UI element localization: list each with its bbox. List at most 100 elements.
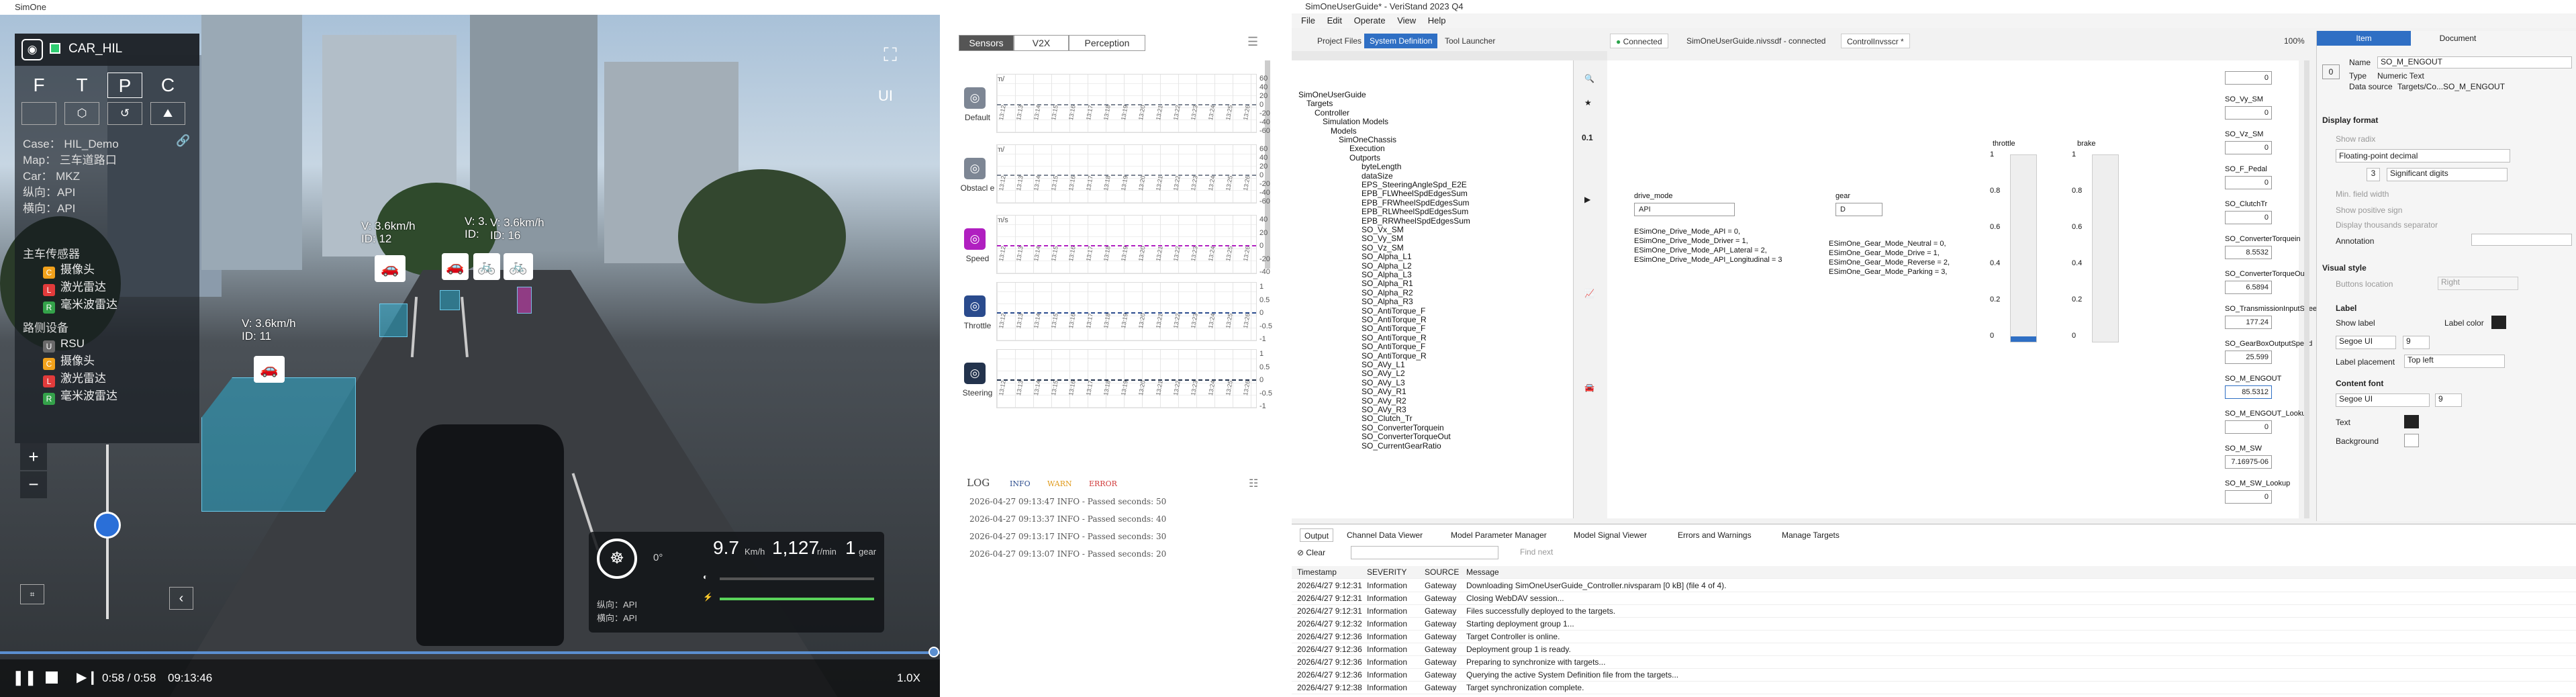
menu-operate[interactable]: Operate [1354,15,1386,26]
numeric-icon[interactable]: 0.1 [1582,133,1593,142]
indicator-value[interactable]: 0 [2225,211,2272,224]
zoom-out-button[interactable]: − [20,471,47,498]
indicator-value[interactable]: 0 [2225,420,2272,434]
tab-sysdef-file[interactable]: SimOneUserGuide.nivssdf - connected [1681,34,1831,48]
table-row[interactable]: 2026/4/27 9:12:36 Information Gateway Targe… [1292,631,2576,643]
tree-node[interactable]: SimOneChassis [1339,135,1396,144]
search-icon[interactable]: 🔍 [1584,74,1594,83]
background-color-swatch[interactable] [2404,434,2419,447]
indicator-value[interactable]: 0 [2225,141,2272,154]
show-sep-checkbox[interactable]: Display thousands separator [2336,220,2438,230]
sensor-plot[interactable] [996,74,1257,133]
table-row[interactable]: 2026/4/27 9:12:36 Information Gateway Prepa… [1292,656,2576,669]
indicator-value[interactable]: 177.24 [2225,316,2272,329]
tree-node[interactable]: SO_Clutch_Tr [1362,414,1413,423]
cube-icon[interactable]: ⬡ [64,102,99,125]
tree-node[interactable]: SO_Alpha_R3 [1362,297,1413,306]
tree-node[interactable]: SO_ConverterTorqueOut [1362,432,1451,441]
fullscreen-icon[interactable]: ⛶ [878,43,902,67]
tree-node[interactable]: SO_AntiTorque_F [1362,306,1425,316]
tree-node[interactable]: SO_Vz_SM [1362,243,1404,252]
star-icon[interactable]: ★ [1584,98,1592,107]
tab-item[interactable]: Item [2317,31,2411,46]
tab-control-screen[interactable]: ControlInvsscr * [1841,34,1910,48]
label-size-select[interactable]: 9 [2403,336,2430,349]
sensor-row[interactable]: C 摄像头 [43,262,95,279]
ui-toggle[interactable]: UI [878,87,893,105]
mountain-icon[interactable]: ⛰ [150,102,185,125]
output-tab[interactable]: Errors and Warnings [1674,528,1756,542]
tab-perception[interactable]: Perception [1069,35,1145,51]
source-value[interactable]: Targets/Co...SO_M_ENGOUT [2397,82,2505,91]
tree-node[interactable]: Targets [1306,99,1333,108]
sensor-plot[interactable] [996,282,1257,341]
tree-node[interactable]: SO_AntiTorque_F [1362,342,1425,351]
gear-select[interactable]: D [1835,203,1882,216]
tab-system-definition[interactable]: System Definition [1364,34,1438,48]
tab-project-files[interactable]: Project Files [1312,34,1367,48]
tree-node[interactable]: SO_AVy_L3 [1362,378,1405,387]
tree-node[interactable]: Simulation Models [1323,117,1388,126]
minimap-icon[interactable]: ⌗ [20,584,44,604]
display-format-section[interactable]: Display format [2322,115,2378,125]
play-icon[interactable]: ▶ [1584,195,1590,204]
show-radix-checkbox[interactable]: Show radix [2336,134,2375,144]
drive-mode-select[interactable]: API [1634,203,1735,216]
collapse-panel-icon[interactable]: ‹ [169,587,193,610]
tree-node[interactable]: SO_AVy_L2 [1362,369,1405,378]
tab-v2x[interactable]: V2X [1014,35,1069,51]
menu-icon[interactable]: ☰ [1247,35,1258,49]
zoom-level[interactable]: 100% [2279,34,2310,48]
tab-document[interactable]: Document [2411,31,2505,46]
visual-style-section[interactable]: Visual style [2322,263,2367,273]
show-label-checkbox[interactable]: Show label [2336,318,2375,328]
annotation-field[interactable] [2471,234,2572,246]
mode-t-button[interactable]: T [64,73,99,98]
roadside-row[interactable]: R 毫米波雷达 [43,388,117,405]
text-color-swatch[interactable] [2404,415,2419,428]
find-next-button[interactable]: Find next [1520,547,1553,557]
graph-icon[interactable]: 📈 [1584,289,1594,298]
sensor-row[interactable]: R 毫米波雷达 [43,297,117,314]
tab-sensors[interactable]: Sensors [959,35,1014,51]
stop-icon[interactable] [46,671,58,684]
view-square-icon[interactable] [21,102,56,125]
output-tab[interactable]: Model Signal Viewer [1570,528,1651,542]
sensor-row[interactable]: L 激光雷达 [43,279,106,296]
menu-help[interactable]: Help [1428,15,1446,26]
route-icon[interactable]: ↺ [107,102,142,125]
indicator-value[interactable]: 0 [2225,490,2272,504]
zoom-in-button[interactable]: + [20,443,47,470]
table-row[interactable]: 2026/4/27 9:12:36 Information Gateway Deplo… [1292,643,2576,656]
table-row[interactable]: 2026/4/27 9:12:36 Information Gateway Query… [1292,669,2576,682]
mode-c-button[interactable]: C [150,73,185,98]
log-filter-error[interactable]: ERROR [1089,479,1117,488]
eye-icon[interactable]: ◉ [21,39,43,60]
output-tab[interactable]: Manage Targets [1778,528,1844,542]
content-font-select[interactable]: Segoe UI [2336,393,2430,407]
label-color-swatch[interactable] [2491,316,2506,329]
log-settings-icon[interactable]: ☷ [1249,477,1258,490]
log-filter-warn[interactable]: WARN [1047,479,1072,488]
tree-node[interactable]: SO_AntiTorque_R [1362,315,1427,324]
find-field[interactable] [1351,546,1498,559]
link-icon[interactable]: 🔗 [176,134,190,148]
throttle-slider[interactable] [2010,154,2037,342]
table-row[interactable]: 2026/4/27 9:12:38 Information Gateway Targe… [1292,682,2576,694]
tree-node[interactable]: EPS_SteeringAngleSpd_E2E [1362,180,1467,189]
table-row[interactable]: 2026/4/27 9:12:31 Information Gateway Closi… [1292,592,2576,605]
roadside-row[interactable]: U RSU [43,336,85,353]
indicator-value[interactable]: 8.5532 [2225,246,2272,259]
tree-node[interactable]: SO_AVy_R2 [1362,396,1406,406]
tree-node[interactable]: SO_AVy_R1 [1362,387,1406,396]
tree-node[interactable]: EPB_RRWheelSpdEdgesSum [1362,216,1470,226]
menu-file[interactable]: File [1301,15,1315,26]
tree-node[interactable]: SO_Alpha_L2 [1362,261,1412,271]
simulation-viewport[interactable]: V: 3.6km/h ID: 12 🚗 V: 3.6km/h ID: 11 🚗 V:… [0,15,940,697]
label-placement-select[interactable]: Top left [2404,355,2505,368]
mode-p-button[interactable]: P [107,73,142,98]
indicator-value[interactable]: 7.16975-06 [2225,455,2272,469]
log-filter-info[interactable]: INFO [1010,479,1031,488]
digits-type-select[interactable]: Significant digits [2387,168,2508,181]
tree-node[interactable]: SO_Alpha_L3 [1362,270,1412,279]
